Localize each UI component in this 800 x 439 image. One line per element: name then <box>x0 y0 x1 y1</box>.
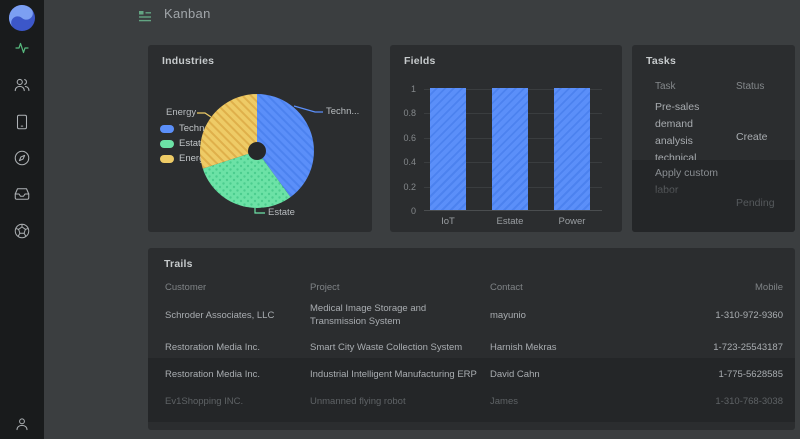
bar-iot[interactable] <box>430 88 466 210</box>
inbox-icon <box>13 185 31 203</box>
cell-project: Industrial Intelligent Manufacturing ERP <box>310 369 477 380</box>
bar-power[interactable] <box>554 88 590 210</box>
column-header-project: Project <box>310 281 340 293</box>
task-row-1-status[interactable]: Create <box>736 131 768 143</box>
cell-mobile: 1-723-25543187 <box>713 342 783 353</box>
task-row-2-status: Pending <box>736 197 775 209</box>
industries-card: Industries Technology Estate Energy Ener… <box>148 45 372 232</box>
cell-mobile: 1-310-972-9360 <box>715 309 783 321</box>
cell-customer: Restoration Media Inc. <box>165 369 261 380</box>
sidebar-item-globe[interactable] <box>0 222 44 240</box>
column-header-mobile: Mobile <box>755 281 783 293</box>
y-axis-tick: 0.2 <box>403 182 416 192</box>
x-axis-label: IoT <box>441 216 455 227</box>
fields-bar-chart <box>424 88 602 211</box>
cell-customer: Schroder Associates, LLC <box>165 309 275 321</box>
trails-card-title: Trails <box>164 258 193 270</box>
cell-mobile: 1-775-5628585 <box>718 369 783 380</box>
y-axis-tick: 1 <box>410 84 416 94</box>
y-axis-tick: 0 <box>410 206 416 216</box>
sidebar-item-users[interactable] <box>0 76 44 94</box>
swirl-logo-icon <box>9 5 35 31</box>
y-axis-tick: 0.8 <box>403 108 416 118</box>
trails-header-row: Customer Project Contact Mobile <box>148 278 795 296</box>
tasks-column-status: Status <box>736 81 765 92</box>
table-row[interactable]: Schroder Associates, LLC Medical Image S… <box>148 296 795 334</box>
trails-card: Trails Customer Project Contact Mobile S… <box>148 248 795 430</box>
x-axis-label: Power <box>558 216 586 227</box>
tasks-card: Tasks Task Status Pre-sales demand analy… <box>632 45 795 232</box>
y-axis-tick: 0.4 <box>403 157 416 167</box>
callout-line-technology <box>293 105 323 113</box>
tasks-card-title: Tasks <box>646 55 676 67</box>
cell-contact: Harnish Mekras <box>490 342 557 353</box>
cell-customer: Restoration Media Inc. <box>165 342 261 353</box>
fields-card-title: Fields <box>404 55 436 67</box>
bar-estate[interactable] <box>492 88 528 210</box>
page-title: Kanban <box>164 6 211 21</box>
industries-pie-chart <box>197 94 323 214</box>
globe-icon <box>13 222 31 240</box>
sidebar-item-activity[interactable] <box>0 39 44 57</box>
sidebar-item-profile[interactable] <box>0 416 44 432</box>
x-axis-label: Estate <box>496 216 524 227</box>
table-row[interactable]: Restoration Media Inc. Smart City Waste … <box>148 334 795 361</box>
sidebar-item-tablet[interactable] <box>0 113 44 131</box>
app-logo[interactable] <box>0 5 44 31</box>
cell-project: Smart City Waste Collection System <box>310 342 463 353</box>
sidebar-item-compass[interactable] <box>0 149 44 167</box>
sidebar-item-inbox[interactable] <box>0 185 44 203</box>
table-row[interactable]: Ev1Shopping INC. Unmanned flying robot J… <box>148 388 795 415</box>
tasks-column-task: Task <box>655 81 676 92</box>
cell-project: Medical Image Storage and Transmission S… <box>310 303 427 327</box>
cell-mobile: 1-310-768-3038 <box>715 396 783 407</box>
compass-icon <box>13 149 31 167</box>
cell-customer: Ev1Shopping INC. <box>165 396 244 407</box>
list-menu-icon <box>137 11 153 28</box>
x-axis-line <box>424 210 602 211</box>
pie-callout-estate: Estate <box>268 207 295 218</box>
user-icon <box>14 416 30 432</box>
fields-card: Fields 1 0.8 0.6 0.4 0.2 0 IoT Estate Po… <box>390 45 622 232</box>
table-row[interactable]: Restoration Media Inc. Industrial Intell… <box>148 361 795 388</box>
pie-callout-technology: Techn... <box>326 106 360 117</box>
users-icon <box>13 76 31 94</box>
sidebar <box>0 0 44 439</box>
cell-contact: David Cahn <box>490 369 540 380</box>
cell-project: Unmanned flying robot <box>310 396 406 407</box>
column-header-customer: Customer <box>165 281 207 293</box>
tablet-icon <box>13 113 31 131</box>
column-header-contact: Contact <box>490 281 523 293</box>
activity-icon <box>13 39 31 57</box>
cell-contact: mayunio <box>490 309 526 321</box>
menu-toggle-button[interactable] <box>137 8 153 24</box>
callout-line-energy <box>197 112 212 118</box>
task-row-2[interactable]: Apply custom labor Pending <box>632 160 795 232</box>
pie-callout-energy: Energy <box>166 107 197 118</box>
pie-donut-hole <box>248 142 266 160</box>
cell-contact: James <box>490 396 518 407</box>
y-axis-tick: 0.6 <box>403 133 416 143</box>
task-row-2-text: Apply custom labor <box>655 167 719 196</box>
dashboard-screen: Kanban Industries Technology Estate Ener… <box>0 0 800 439</box>
